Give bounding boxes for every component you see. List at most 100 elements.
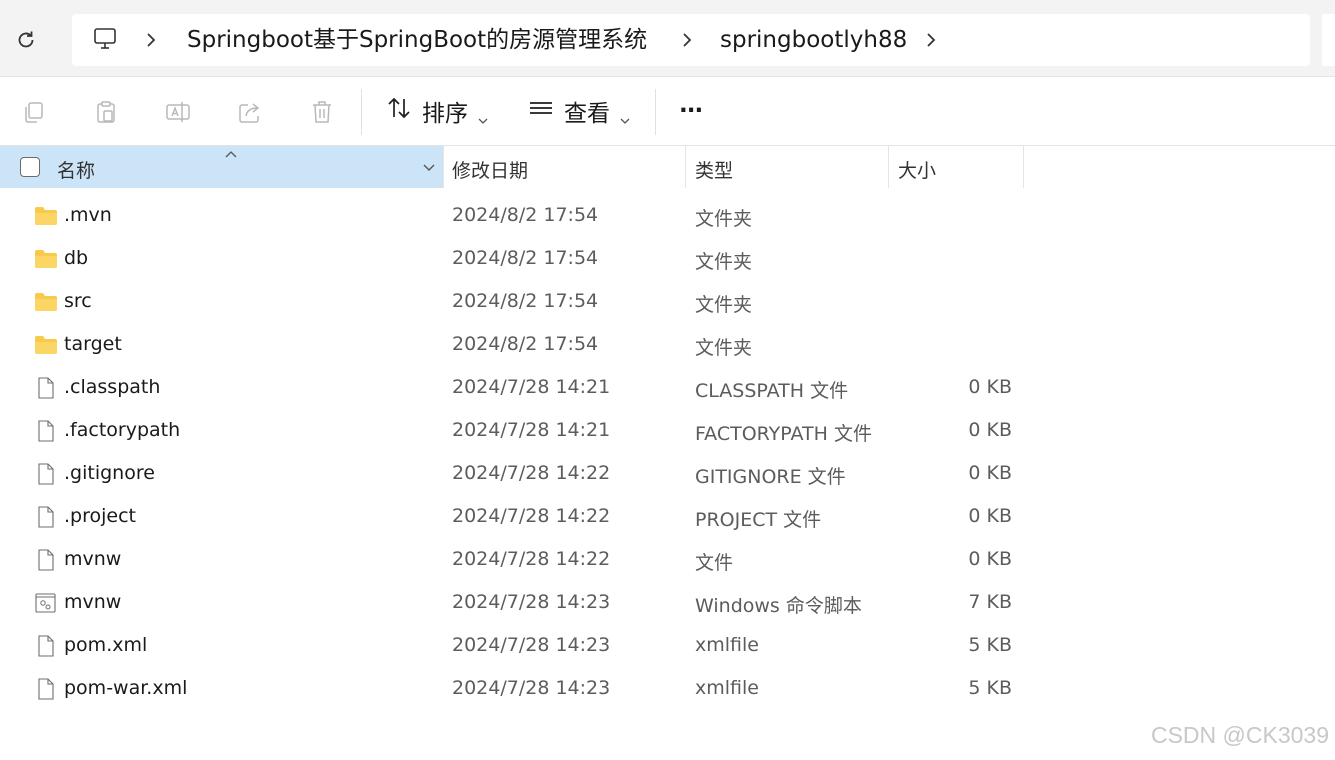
- file-row[interactable]: pom.xml 2024/7/28 14:23 xmlfile 5 KB: [0, 625, 1130, 668]
- file-size: 5 KB: [968, 677, 1012, 699]
- file-size: 5 KB: [968, 634, 1012, 656]
- file-type: Windows 命令脚本: [695, 595, 862, 617]
- sort-button[interactable]: 排序: [386, 95, 488, 127]
- address-bar-row: Springboot基于SpringBoot的房源管理系统 springboot…: [0, 0, 1335, 77]
- file-icon: [34, 420, 58, 442]
- script-file-icon: [34, 592, 58, 614]
- file-modified-date: 2024/7/28 14:22: [452, 505, 611, 527]
- chevron-right-icon[interactable]: [144, 30, 158, 50]
- address-box[interactable]: Springboot基于SpringBoot的房源管理系统 springboot…: [72, 14, 1310, 66]
- file-modified-date: 2024/8/2 17:54: [452, 290, 599, 312]
- file-icon: [34, 635, 58, 657]
- file-row[interactable]: .mvn 2024/8/2 17:54 文件夹: [0, 195, 1130, 238]
- breadcrumb-item[interactable]: Springboot基于SpringBoot的房源管理系统: [187, 25, 647, 55]
- file-row[interactable]: .gitignore 2024/7/28 14:22 GITIGNORE 文件 0 K…: [0, 453, 1130, 496]
- file-icon: [34, 678, 58, 700]
- file-row[interactable]: .classpath 2024/7/28 14:21 CLASSPATH 文件 0 K…: [0, 367, 1130, 410]
- file-modified-date: 2024/7/28 14:23: [452, 634, 611, 656]
- search-box-edge[interactable]: [1322, 14, 1335, 66]
- rename-icon[interactable]: [165, 99, 191, 125]
- chevron-right-icon[interactable]: [924, 30, 938, 50]
- folder-icon: [34, 205, 58, 227]
- watermark: CSDN @CK3039: [1150, 722, 1329, 748]
- column-modified-label[interactable]: 修改日期: [452, 156, 528, 183]
- file-size: 0 KB: [968, 505, 1012, 527]
- file-row[interactable]: target 2024/8/2 17:54 文件夹: [0, 324, 1130, 367]
- file-name: .project: [64, 505, 136, 527]
- file-modified-date: 2024/7/28 14:21: [452, 419, 611, 441]
- select-all-checkbox[interactable]: [20, 157, 40, 177]
- column-divider[interactable]: [888, 146, 889, 188]
- view-list-icon: [528, 95, 554, 127]
- toolbar-divider: [361, 89, 362, 135]
- breadcrumb-item[interactable]: springbootlyh88: [720, 25, 907, 55]
- file-modified-date: 2024/8/2 17:54: [452, 204, 599, 226]
- file-type: 文件夹: [695, 251, 753, 273]
- column-divider[interactable]: [443, 146, 444, 188]
- file-size: 0 KB: [968, 548, 1012, 570]
- this-pc-icon[interactable]: [92, 26, 118, 52]
- copy-icon[interactable]: [21, 99, 47, 125]
- column-divider[interactable]: [685, 146, 686, 188]
- file-name: mvnw: [64, 591, 122, 613]
- file-row[interactable]: .project 2024/7/28 14:22 PROJECT 文件 0 KB: [0, 496, 1130, 539]
- view-button[interactable]: 查看: [528, 95, 630, 127]
- delete-icon[interactable]: [309, 99, 335, 125]
- file-type: xmlfile: [695, 677, 759, 699]
- file-name: db: [64, 247, 89, 269]
- column-name-label: 名称: [57, 160, 96, 182]
- file-name: pom.xml: [64, 634, 148, 656]
- file-row[interactable]: mvnw 2024/7/28 14:22 文件 0 KB: [0, 539, 1130, 582]
- refresh-icon[interactable]: [12, 26, 40, 54]
- file-row[interactable]: src 2024/8/2 17:54 文件夹: [0, 281, 1130, 324]
- file-name: .gitignore: [64, 462, 155, 484]
- file-name: .classpath: [64, 376, 161, 398]
- file-name: mvnw: [64, 548, 122, 570]
- file-name: .factorypath: [64, 419, 181, 441]
- file-type: 文件夹: [695, 294, 753, 316]
- command-bar: 排序 查看 ···: [0, 77, 1335, 146]
- file-size: 0 KB: [968, 462, 1012, 484]
- file-type: 文件: [695, 552, 734, 574]
- file-row[interactable]: mvnw 2024/7/28 14:23 Windows 命令脚本 7 KB: [0, 582, 1130, 625]
- file-name: src: [64, 290, 92, 312]
- column-filter-dropdown-icon[interactable]: [420, 158, 438, 176]
- file-type: 文件夹: [695, 208, 753, 230]
- file-name: pom-war.xml: [64, 677, 188, 699]
- column-header-name[interactable]: 名称: [0, 146, 443, 188]
- file-icon: [34, 377, 58, 399]
- file-modified-date: 2024/7/28 14:23: [452, 591, 611, 613]
- view-label: 查看: [564, 101, 610, 127]
- chevron-right-icon[interactable]: [680, 30, 694, 50]
- share-icon[interactable]: [237, 99, 263, 125]
- file-size: 7 KB: [968, 591, 1012, 613]
- more-options-button[interactable]: ···: [679, 95, 703, 127]
- file-row[interactable]: pom-war.xml 2024/7/28 14:23 xmlfile 5 KB: [0, 668, 1130, 711]
- sort-ascending-icon: [224, 144, 238, 158]
- more-icon: ···: [679, 98, 703, 124]
- file-name: .mvn: [64, 204, 112, 226]
- file-modified-date: 2024/8/2 17:54: [452, 333, 599, 355]
- file-size: 0 KB: [968, 419, 1012, 441]
- folder-icon: [34, 248, 58, 270]
- file-type: FACTORYPATH 文件: [695, 423, 872, 445]
- paste-icon[interactable]: [93, 99, 119, 125]
- file-modified-date: 2024/7/28 14:23: [452, 677, 611, 699]
- toolbar-divider: [655, 89, 656, 135]
- column-divider[interactable]: [1023, 146, 1024, 188]
- file-type: GITIGNORE 文件: [695, 466, 846, 488]
- column-size-label[interactable]: 大小: [898, 156, 936, 183]
- chevron-down-icon: [620, 106, 630, 124]
- file-row[interactable]: db 2024/8/2 17:54 文件夹: [0, 238, 1130, 281]
- folder-icon: [34, 291, 58, 313]
- folder-icon: [34, 334, 58, 356]
- file-modified-date: 2024/7/28 14:22: [452, 548, 611, 570]
- file-size: 0 KB: [968, 376, 1012, 398]
- file-type: PROJECT 文件: [695, 509, 822, 531]
- file-modified-date: 2024/7/28 14:22: [452, 462, 611, 484]
- file-type: CLASSPATH 文件: [695, 380, 849, 402]
- file-icon: [34, 549, 58, 571]
- column-type-label[interactable]: 类型: [695, 156, 733, 183]
- file-row[interactable]: .factorypath 2024/7/28 14:21 FACTORYPATH 文…: [0, 410, 1130, 453]
- file-modified-date: 2024/8/2 17:54: [452, 247, 599, 269]
